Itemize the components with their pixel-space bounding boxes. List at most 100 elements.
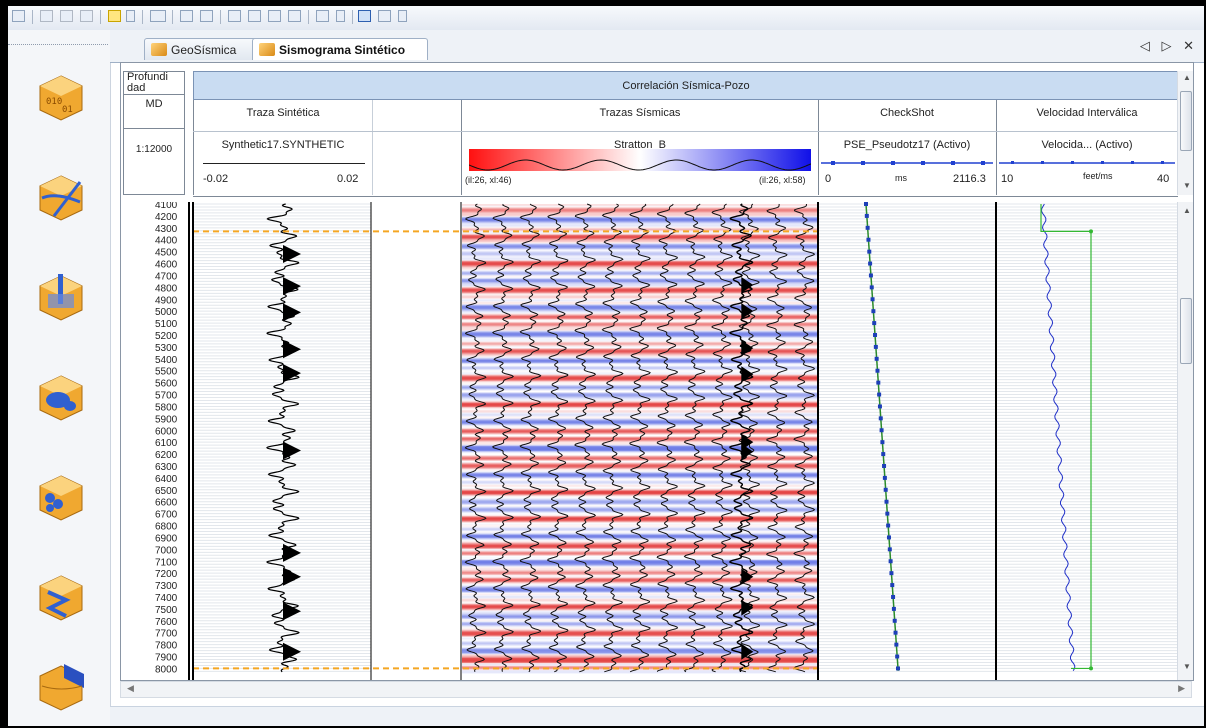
group-title: Correlación Sísmica-Pozo [193, 71, 1179, 100]
attribute-cube-icon[interactable] [36, 472, 86, 522]
panel-grip[interactable] [8, 44, 108, 47]
table-view-icon[interactable] [378, 10, 391, 22]
synthetic-max: 0.02 [337, 173, 359, 185]
track-view-icon[interactable] [358, 10, 371, 22]
depth-label: 6800 [155, 522, 178, 533]
tab-navigation-controls[interactable]: ◁ ▷ ✕ [1140, 38, 1198, 54]
velocity-track-title[interactable]: Velocidad Interválica [996, 107, 1178, 119]
seismic-tab-icon [151, 43, 167, 56]
checkshot-point [876, 380, 881, 385]
toolbar-separator [172, 10, 173, 24]
volume-cube-icon[interactable] [36, 662, 86, 712]
dropdown-icon[interactable] [398, 10, 407, 22]
depth-label: 6400 [155, 474, 178, 485]
dropdown-icon[interactable] [336, 10, 345, 22]
cut-icon[interactable] [40, 10, 53, 22]
checkshot-point [871, 309, 876, 314]
header-scroll-thumb[interactable] [1180, 91, 1192, 151]
checkshot-track-name[interactable]: PSE_Pseudotz17 (Activo) [818, 139, 996, 151]
panel-icon[interactable] [248, 10, 261, 22]
svg-text:01: 01 [62, 105, 73, 115]
tracks-scroll-thumb[interactable] [1180, 298, 1192, 364]
synthetic-track-title[interactable]: Traza Sintética [193, 107, 373, 119]
checkshot-point [864, 202, 868, 206]
interval-velocity-curve [1040, 203, 1076, 672]
help-icon[interactable] [108, 10, 121, 22]
checkshot-max: 2116.3 [953, 173, 986, 185]
seismic-left-label: (il:26, xl:46) [465, 175, 512, 185]
velocity-max: 40 [1157, 173, 1170, 185]
depth-label: 4800 [155, 283, 178, 294]
depth-label: 7400 [155, 593, 178, 604]
depth-label: 7100 [155, 557, 178, 568]
checkshot-point [889, 571, 894, 576]
depth-label: 8000 [155, 664, 178, 675]
new-icon[interactable] [12, 10, 25, 22]
layout-icon[interactable] [150, 10, 166, 22]
copy-icon[interactable] [60, 10, 73, 22]
synthetic-positive-lobe [283, 303, 301, 322]
depth-label: 6100 [155, 438, 178, 449]
geobody-cube-icon[interactable] [36, 372, 86, 422]
header-scrollbar[interactable]: ▲ ▼ [1177, 71, 1193, 195]
checkshot-point [880, 440, 885, 445]
well-section-view: Correlación Sísmica-Pozo Profundi dad MD… [120, 62, 1194, 681]
checkshot-point [868, 273, 873, 278]
seismic-track-title[interactable]: Trazas Sísmicas [461, 107, 819, 119]
well-tracks[interactable]: 4100420043004400450046004700480049005000… [121, 202, 1177, 680]
checkshot-point [886, 523, 891, 528]
toolbar-separator [32, 10, 33, 24]
fault-cube-icon[interactable] [36, 572, 86, 622]
checkshot-point [891, 594, 896, 599]
paste-icon[interactable] [80, 10, 93, 22]
scroll-left-icon[interactable]: ◀ [127, 683, 134, 694]
checkshot-point [892, 618, 897, 623]
depth-label: 4900 [155, 295, 178, 306]
well-cube-icon[interactable] [36, 272, 86, 322]
depth-header[interactable]: Profundi dad MD 1:12000 [123, 71, 185, 195]
panel-icon[interactable] [288, 10, 301, 22]
panel-icon[interactable] [268, 10, 281, 22]
depth-label: 6700 [155, 510, 178, 521]
checkshot-min: 0 [825, 173, 832, 185]
scroll-up-icon[interactable]: ▲ [1183, 206, 1191, 215]
grid-view-icon[interactable] [180, 10, 193, 22]
checkshot-track-title[interactable]: CheckShot [818, 107, 996, 119]
seismic-colorbar [469, 149, 811, 171]
status-bar [110, 706, 1204, 726]
depth-label: 6200 [155, 450, 178, 461]
grid-view-icon[interactable] [200, 10, 213, 22]
depth-label: 5900 [155, 414, 178, 425]
split-icon[interactable] [316, 10, 329, 22]
checkshot-legend-line [821, 161, 993, 165]
horizontal-scrollbar[interactable]: ◀ ▶ [120, 681, 1192, 698]
scroll-down-icon[interactable]: ▼ [1183, 662, 1191, 671]
tab-geosismica[interactable]: GeoSísmica [144, 38, 260, 60]
depth-label: 7000 [155, 545, 178, 556]
tab-sismograma-sintetico[interactable]: Sismograma Sintético [252, 38, 428, 60]
depth-label: 5800 [155, 402, 178, 413]
panel-icon[interactable] [228, 10, 241, 22]
velocity-step-point [1089, 229, 1093, 234]
scroll-up-icon[interactable]: ▲ [1183, 73, 1191, 82]
synthetic-track-name[interactable]: Synthetic17.SYNTHETIC [193, 139, 373, 151]
velocity-track-name[interactable]: Velocida... (Activo) [996, 139, 1178, 151]
checkshot-point [865, 225, 870, 230]
depth-label: 4600 [155, 260, 178, 271]
scroll-down-icon[interactable]: ▼ [1183, 181, 1191, 190]
application-window: 010 01 GeoSísmica Sismograma Sintético ◁… [8, 6, 1204, 726]
tab-label: GeoSísmica [171, 43, 237, 57]
scroll-right-icon[interactable]: ▶ [1178, 683, 1185, 694]
depth-label: 5500 [155, 367, 178, 378]
horizon-cube-icon[interactable] [36, 172, 86, 222]
synthetic-trace [266, 203, 300, 673]
dropdown-icon[interactable] [126, 10, 135, 22]
checkshot-point [873, 344, 878, 349]
depth-label: 7200 [155, 569, 178, 580]
seismic-data-cube-icon[interactable]: 010 01 [36, 72, 86, 122]
toolbar-separator [352, 10, 353, 24]
checkshot-point [895, 654, 900, 659]
checkshot-point [879, 428, 884, 433]
tracks-scrollbar[interactable]: ▲ ▼ [1177, 202, 1193, 680]
toolbar-separator [100, 10, 101, 24]
